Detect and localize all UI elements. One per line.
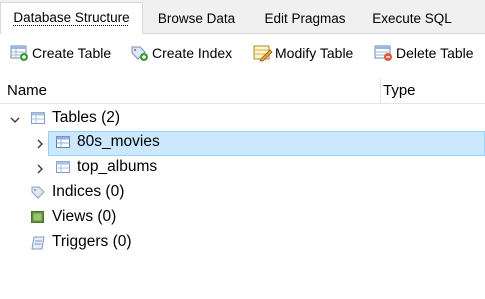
table-icon — [56, 161, 70, 173]
chevron-right-icon[interactable] — [34, 138, 46, 150]
chevron-down-icon[interactable] — [9, 114, 21, 126]
tab-database-structure-label: Database Structure — [13, 10, 130, 25]
tree-item-80s-movies[interactable]: 80s_movies — [0, 131, 485, 156]
create-table-icon — [10, 45, 28, 61]
create-table-label: Create Table — [32, 45, 112, 61]
column-header-name[interactable]: Name — [7, 82, 47, 99]
tree-item-top-albums[interactable]: top_albums — [0, 156, 485, 180]
table-icon — [56, 136, 70, 148]
tab-database-structure[interactable]: Database Structure — [0, 2, 143, 35]
tree-item-indices[interactable]: Indices (0) — [0, 181, 485, 205]
tree-item-indices-label: Indices (0) — [52, 183, 125, 200]
create-index-label: Create Index — [152, 45, 233, 61]
create-index-button[interactable]: Create Index — [130, 42, 232, 64]
delete-table-label: Delete Table — [396, 45, 474, 61]
delete-table-button[interactable]: Delete Table — [374, 42, 474, 64]
tree-item-tables[interactable]: Tables (2) — [0, 107, 485, 131]
index-icon — [31, 186, 45, 199]
tab-edit-pragmas-label: Edit Pragmas — [264, 11, 346, 26]
schema-tree: Name Type Tables (2) 80s_movies top_albu… — [0, 74, 485, 299]
chevron-right-icon[interactable] — [34, 163, 46, 175]
tree-item-top-albums-label: top_albums — [77, 158, 158, 175]
tree-item-tables-label: Tables (2) — [52, 109, 121, 126]
column-separator[interactable] — [380, 78, 381, 104]
modify-table-button[interactable]: Modify Table — [253, 42, 353, 64]
tab-edit-pragmas[interactable]: Edit Pragmas — [250, 5, 360, 34]
tree-item-triggers-label: Triggers (0) — [52, 233, 132, 250]
toolbar: Create Table Create Index Modify Table D… — [0, 34, 485, 74]
tab-browse-data[interactable]: Browse Data — [145, 5, 248, 34]
tree-item-views-label: Views (0) — [52, 208, 117, 225]
create-table-button[interactable]: Create Table — [10, 42, 111, 64]
tab-bar: Database Structure Browse Data Edit Prag… — [0, 0, 485, 35]
create-index-icon — [131, 46, 148, 61]
tree-header: Name Type — [0, 78, 485, 104]
table-icon — [31, 112, 45, 124]
trigger-icon — [31, 236, 45, 250]
tab-browse-data-label: Browse Data — [157, 11, 236, 26]
modify-table-icon — [253, 45, 273, 62]
tab-execute-sql-label: Execute SQL — [372, 11, 452, 26]
tab-execute-sql[interactable]: Execute SQL — [362, 5, 462, 34]
view-icon — [31, 211, 44, 223]
delete-table-icon — [374, 45, 392, 61]
modify-table-label: Modify Table — [275, 45, 354, 61]
tree-item-triggers[interactable]: Triggers (0) — [0, 231, 485, 255]
tree-item-views[interactable]: Views (0) — [0, 206, 485, 230]
tree-item-80s-movies-label: 80s_movies — [77, 133, 160, 150]
column-header-type[interactable]: Type — [383, 82, 416, 99]
